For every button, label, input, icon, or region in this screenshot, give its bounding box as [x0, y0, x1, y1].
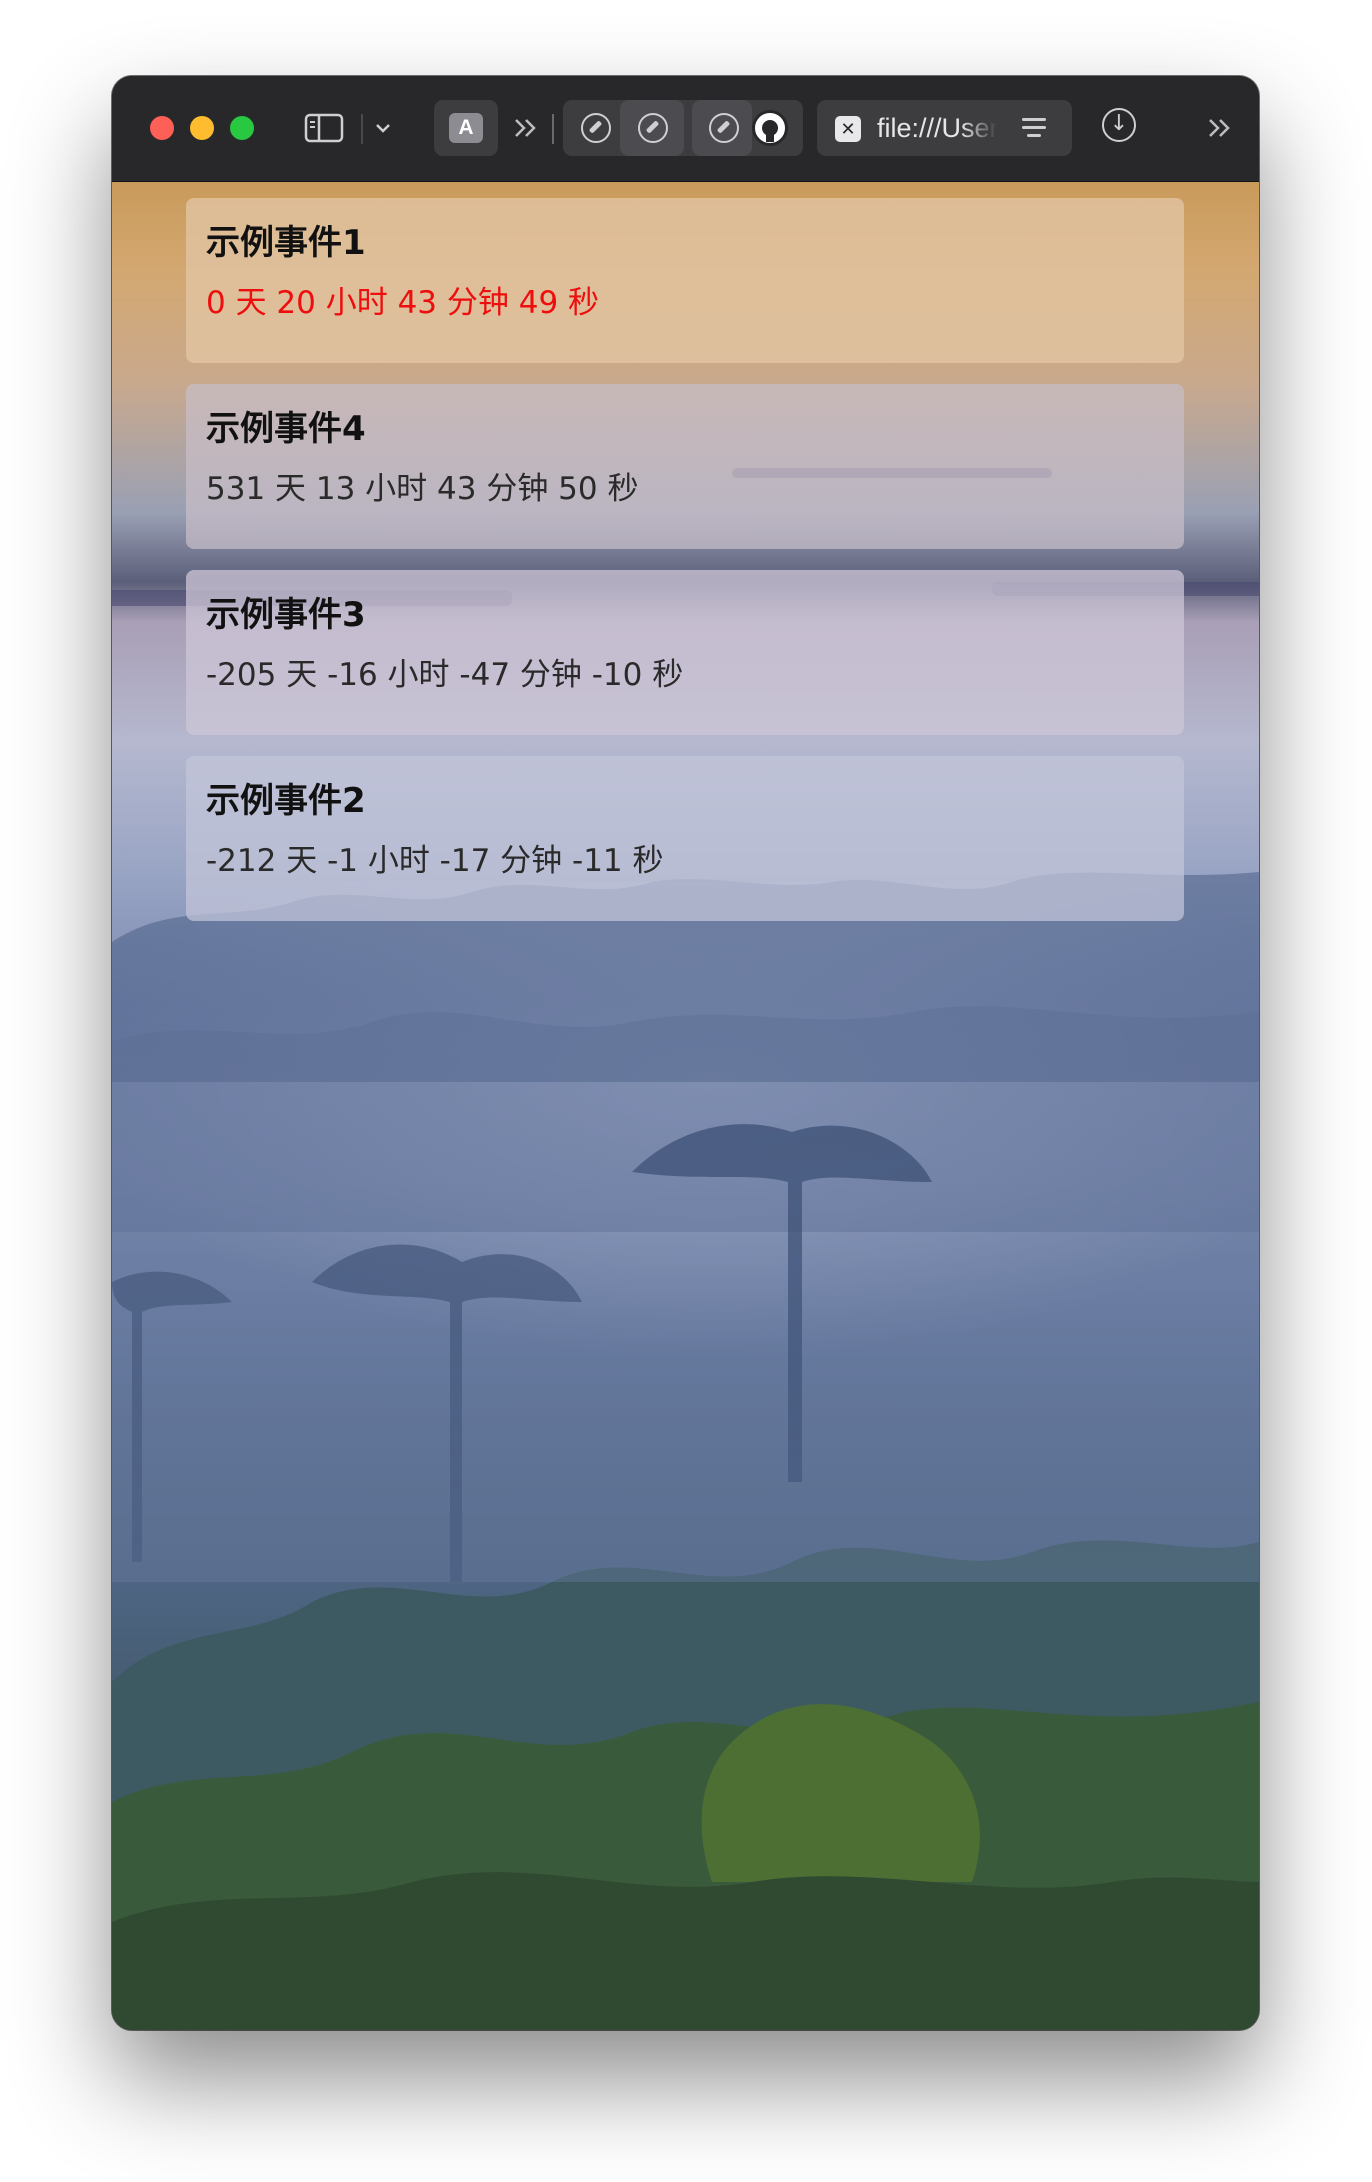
- extension-a-icon[interactable]: A: [449, 113, 483, 143]
- minimize-window-icon[interactable]: [190, 116, 214, 140]
- event-countdown: 531 天 13 小时 43 分钟 50 秒: [206, 471, 639, 507]
- address-text[interactable]: file:///User: [877, 110, 997, 146]
- download-icon[interactable]: ↓: [1102, 108, 1136, 142]
- chevron-down-icon[interactable]: [368, 104, 398, 152]
- double-chevron-svg: [515, 119, 536, 137]
- sidebar-icon[interactable]: [302, 104, 346, 152]
- double-chevron-svg: [1209, 119, 1230, 137]
- event-countdown: -212 天 -1 小时 -17 分钟 -11 秒: [206, 843, 664, 879]
- close-tab-icon[interactable]: ✕: [835, 116, 861, 142]
- github-icon[interactable]: [752, 110, 788, 146]
- more-extensions-icon[interactable]: [508, 104, 544, 152]
- event-card[interactable]: 示例事件1 0 天 20 小时 43 分钟 49 秒: [186, 198, 1184, 363]
- event-title: 示例事件3: [206, 595, 366, 635]
- browser-toolbar: A ✕ file:///User ↓: [112, 76, 1259, 182]
- compass-icon[interactable]: [581, 113, 611, 143]
- event-title: 示例事件2: [206, 781, 366, 821]
- more-toolbar-items-icon[interactable]: [1202, 104, 1238, 152]
- compass-icon[interactable]: [638, 113, 668, 143]
- chevron-down-svg: [376, 124, 390, 133]
- zoom-window-icon[interactable]: [230, 116, 254, 140]
- event-title: 示例事件1: [206, 223, 366, 263]
- toolbar-separator: [552, 114, 554, 144]
- event-card[interactable]: 示例事件2 -212 天 -1 小时 -17 分钟 -11 秒: [186, 756, 1184, 921]
- event-countdown: -205 天 -16 小时 -47 分钟 -10 秒: [206, 657, 684, 693]
- event-countdown: 0 天 20 小时 43 分钟 49 秒: [206, 285, 600, 321]
- event-title: 示例事件4: [206, 409, 366, 449]
- sidebar-icon-svg: [304, 113, 344, 143]
- browser-window: A ✕ file:///User ↓ 示例事件1 0 天 20 小时 43 分钟…: [112, 76, 1259, 2030]
- compass-icon[interactable]: [709, 113, 739, 143]
- close-window-icon[interactable]: [150, 116, 174, 140]
- event-card[interactable]: 示例事件4 531 天 13 小时 43 分钟 50 秒: [186, 384, 1184, 549]
- event-card[interactable]: 示例事件3 -205 天 -16 小时 -47 分钟 -10 秒: [186, 570, 1184, 735]
- reader-icon[interactable]: [1022, 114, 1048, 142]
- toolbar-separator: [361, 114, 363, 144]
- page-content: 示例事件1 0 天 20 小时 43 分钟 49 秒 示例事件4 531 天 1…: [112, 182, 1259, 2030]
